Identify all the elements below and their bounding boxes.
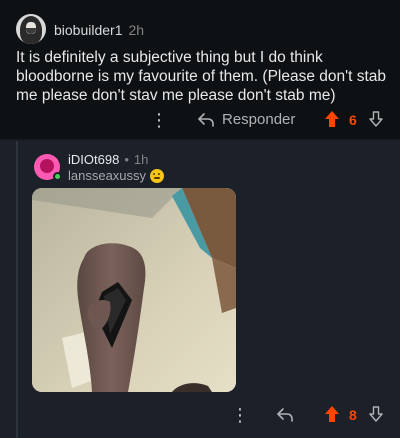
downvote-arrow-icon[interactable] (369, 111, 383, 127)
username[interactable]: biobuilder1 (54, 22, 123, 38)
timestamp: 2h (128, 22, 145, 38)
comment-header: iDIOt698 • 1h (68, 152, 148, 167)
reply-button[interactable]: Responder (222, 111, 295, 128)
score: 6 (349, 112, 357, 128)
thread-line[interactable] (16, 141, 18, 438)
flair-text: lansseaxussy (68, 168, 147, 183)
separator: • (124, 152, 129, 167)
smiling-emoji-icon (150, 168, 165, 183)
score: 8 (349, 407, 357, 423)
upvote-arrow-icon[interactable] (325, 111, 339, 127)
comment-actions: ⋮ Responder 6 (0, 108, 400, 132)
comment-header: biobuilder1 2h (54, 22, 144, 38)
timestamp: 1h (133, 152, 149, 167)
hand-knife-photo (32, 188, 236, 392)
more-vertical-icon[interactable]: ⋮ (150, 111, 168, 129)
top-comment: biobuilder1 2h It is definitely a subjec… (0, 0, 400, 140)
avatar-inner (40, 159, 54, 173)
avatar[interactable] (16, 14, 46, 44)
reply-comment: iDIOt698 • 1h lansseaxussy ⋮ 8 (0, 141, 400, 438)
comment-body: It is definitely a subjective thing but … (16, 49, 386, 104)
comment-actions: ⋮ 8 (0, 403, 400, 427)
reply-arrow-icon[interactable] (197, 112, 215, 128)
online-status-dot (53, 172, 62, 181)
more-vertical-icon[interactable]: ⋮ (231, 406, 249, 424)
comment-image[interactable] (32, 188, 236, 392)
upvote-arrow-icon[interactable] (325, 406, 339, 422)
reply-arrow-icon[interactable] (276, 407, 294, 423)
username[interactable]: iDIOt698 (68, 152, 119, 167)
user-flair: lansseaxussy (68, 168, 165, 183)
downvote-arrow-icon[interactable] (369, 406, 383, 422)
